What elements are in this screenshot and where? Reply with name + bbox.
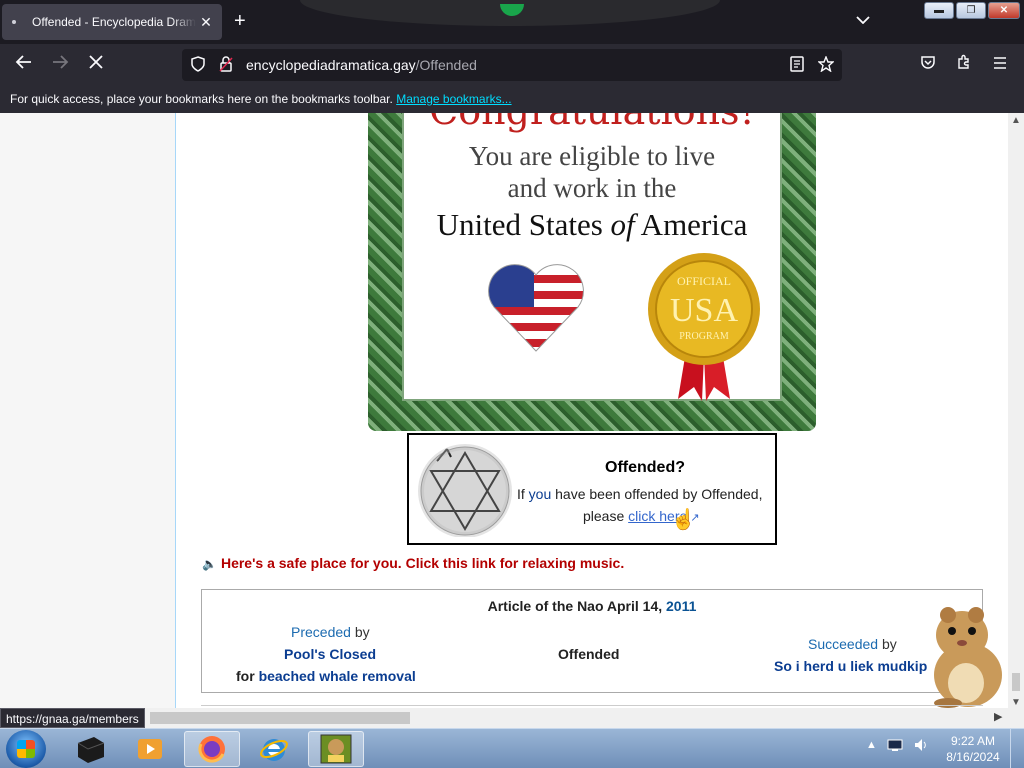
certificate-country: United States of America xyxy=(436,207,748,242)
status-area: ▶ https://gnaa.ga/members xyxy=(0,708,1024,728)
hamster-mascot-icon xyxy=(934,607,1002,708)
bookmark-star-icon[interactable] xyxy=(817,55,835,75)
pocket-button[interactable] xyxy=(916,54,940,75)
bookmarks-empty-message: For quick access, place your bookmarks h… xyxy=(10,92,393,106)
vertical-scroll-thumb[interactable] xyxy=(1012,673,1020,691)
clock-date: 8/16/2024 xyxy=(946,750,1000,764)
caption-dot xyxy=(500,4,524,16)
current-article-title: Offended xyxy=(558,646,620,662)
taskbar-bonzi-box[interactable] xyxy=(308,731,364,767)
horizontal-scroll-thumb[interactable] xyxy=(150,712,410,724)
forward-arrow-icon xyxy=(53,55,69,69)
show-hidden-icons-arrow[interactable]: ▲ xyxy=(866,739,877,751)
start-button[interactable] xyxy=(6,730,46,768)
official-usa-seal-icon: OFFICIAL USA PROGRAM xyxy=(648,253,760,401)
bookmarks-toolbar: For quick access, place your bookmarks h… xyxy=(0,86,1024,113)
taskbar-media-center[interactable] xyxy=(62,731,118,767)
windows-logo-icon xyxy=(17,740,35,758)
certificate-heading: Congratulations! xyxy=(404,113,780,133)
taskbar-clock[interactable]: 9:22 AM 8/16/2024 xyxy=(940,733,1006,765)
taskbar-media-player[interactable] xyxy=(122,731,178,767)
volume-icon[interactable] xyxy=(913,737,929,753)
new-tab-button[interactable]: + xyxy=(234,10,246,32)
title-bar: Offended - Encyclopedia Dramatica ✕ + ▬ … xyxy=(0,0,1024,44)
offended-notice-box: Offended? If you have been offended by O… xyxy=(407,433,777,545)
stop-icon xyxy=(89,55,103,69)
navigation-toolbar: encyclopediadramatica.gay/Offended xyxy=(0,44,1024,86)
speaker-icon: 🔈 xyxy=(202,557,217,571)
succeeding-article-link[interactable]: So i herd u liek mudkip xyxy=(774,658,927,674)
certificate-line-2: and work in the xyxy=(507,173,677,203)
forward-button[interactable] xyxy=(48,54,72,75)
hand-cursor-icon: ☝ xyxy=(671,509,696,531)
tab-title: Offended - Encyclopedia Dramatica xyxy=(32,15,196,29)
bonzi-box-icon xyxy=(320,734,352,764)
minimize-button[interactable]: ▬ xyxy=(924,2,954,19)
seal-top-text: OFFICIAL xyxy=(677,274,731,288)
link-status-url: https://gnaa.ga/members xyxy=(0,708,145,728)
clock-time: 9:22 AM xyxy=(950,734,996,748)
window-caption-decoration xyxy=(300,0,720,26)
extensions-button[interactable] xyxy=(952,54,976,75)
aotn-title: Article of the Nao April 14, 2011 xyxy=(487,598,697,614)
scroll-up-arrow-icon[interactable]: ▲ xyxy=(1011,115,1021,126)
back-button[interactable] xyxy=(12,54,36,75)
windows-taskbar: ▲ 9:22 AM 8/16/2024 xyxy=(0,728,1024,768)
preceding-for-text: for beached whale removal xyxy=(236,668,416,684)
usa-certificate-image: Congratulations! You are eligible to liv… xyxy=(368,113,816,431)
system-tray: ▲ xyxy=(866,737,929,753)
page-content: Congratulations! You are eligible to liv… xyxy=(0,113,1008,710)
url-path: /Offended xyxy=(415,57,477,73)
media-player-icon xyxy=(138,739,162,759)
puzzle-icon xyxy=(958,54,969,69)
address-bar[interactable]: encyclopediadramatica.gay/Offended xyxy=(182,49,842,81)
restore-button[interactable]: ❐ xyxy=(956,2,986,19)
reader-view-icon[interactable] xyxy=(790,56,804,75)
relaxing-music-link[interactable]: 🔈 Here's a safe place for you. Click this… xyxy=(202,555,624,571)
internet-explorer-icon xyxy=(260,739,288,761)
pocket-icon xyxy=(921,56,935,69)
chevron-down-icon xyxy=(856,16,870,25)
firefox-icon xyxy=(198,736,225,763)
article-of-the-nao-box: Article of the Nao April 14, 2011 Preced… xyxy=(201,589,983,693)
offended-line-1: If you have been offended by Offended, xyxy=(517,486,763,502)
flag-heart-icon xyxy=(488,264,584,352)
tab-close-icon[interactable]: ✕ xyxy=(196,14,216,31)
black-box-app-icon xyxy=(77,737,105,763)
certificate-line-1: You are eligible to live xyxy=(468,141,716,171)
taskbar-internet-explorer[interactable] xyxy=(246,731,302,767)
url-host: encyclopediadramatica.gay xyxy=(246,57,416,73)
scroll-down-arrow-icon[interactable]: ▼ xyxy=(1011,697,1021,708)
seal-main-text: USA xyxy=(670,292,738,329)
seal-bottom-text: PROGRAM xyxy=(679,331,729,342)
app-menu-button[interactable] xyxy=(988,54,1012,74)
scroll-right-arrow-icon[interactable]: ▶ xyxy=(994,710,1002,723)
show-desktop-button[interactable] xyxy=(1010,729,1024,768)
tab-offended[interactable]: Offended - Encyclopedia Dramatica ✕ xyxy=(2,4,222,40)
aotn-year-link[interactable]: 2011 xyxy=(666,598,696,614)
certificate-paper: Congratulations! You are eligible to liv… xyxy=(402,113,782,401)
insecure-lock-icon[interactable] xyxy=(216,55,236,75)
stop-loading-button[interactable] xyxy=(84,54,108,74)
manage-bookmarks-link[interactable]: Manage bookmarks... xyxy=(396,92,511,106)
hamburger-menu-icon xyxy=(994,57,1006,69)
puzzle-globe-star-icon xyxy=(418,444,512,537)
network-icon[interactable] xyxy=(887,738,903,752)
list-all-tabs-button[interactable] xyxy=(856,12,870,27)
succeeded-by-label: Succeeded by xyxy=(808,636,897,652)
offended-title: Offended? xyxy=(605,459,685,476)
loading-favicon-icon xyxy=(12,20,16,24)
vertical-scrollbar[interactable]: ▲ ▼ xyxy=(1008,113,1024,710)
taskbar-firefox[interactable] xyxy=(184,731,240,767)
close-window-button[interactable]: ✕ xyxy=(988,2,1020,19)
beached-whale-link[interactable]: beached whale removal xyxy=(259,668,416,684)
preceded-by-label: Preceded by xyxy=(291,624,370,640)
back-arrow-icon xyxy=(15,55,31,69)
preceding-article-link[interactable]: Pool's Closed xyxy=(284,646,376,662)
left-sidebar xyxy=(0,113,176,710)
window-controls: ▬ ❐ ✕ xyxy=(924,2,1020,19)
tracking-shield-icon[interactable] xyxy=(188,55,208,75)
